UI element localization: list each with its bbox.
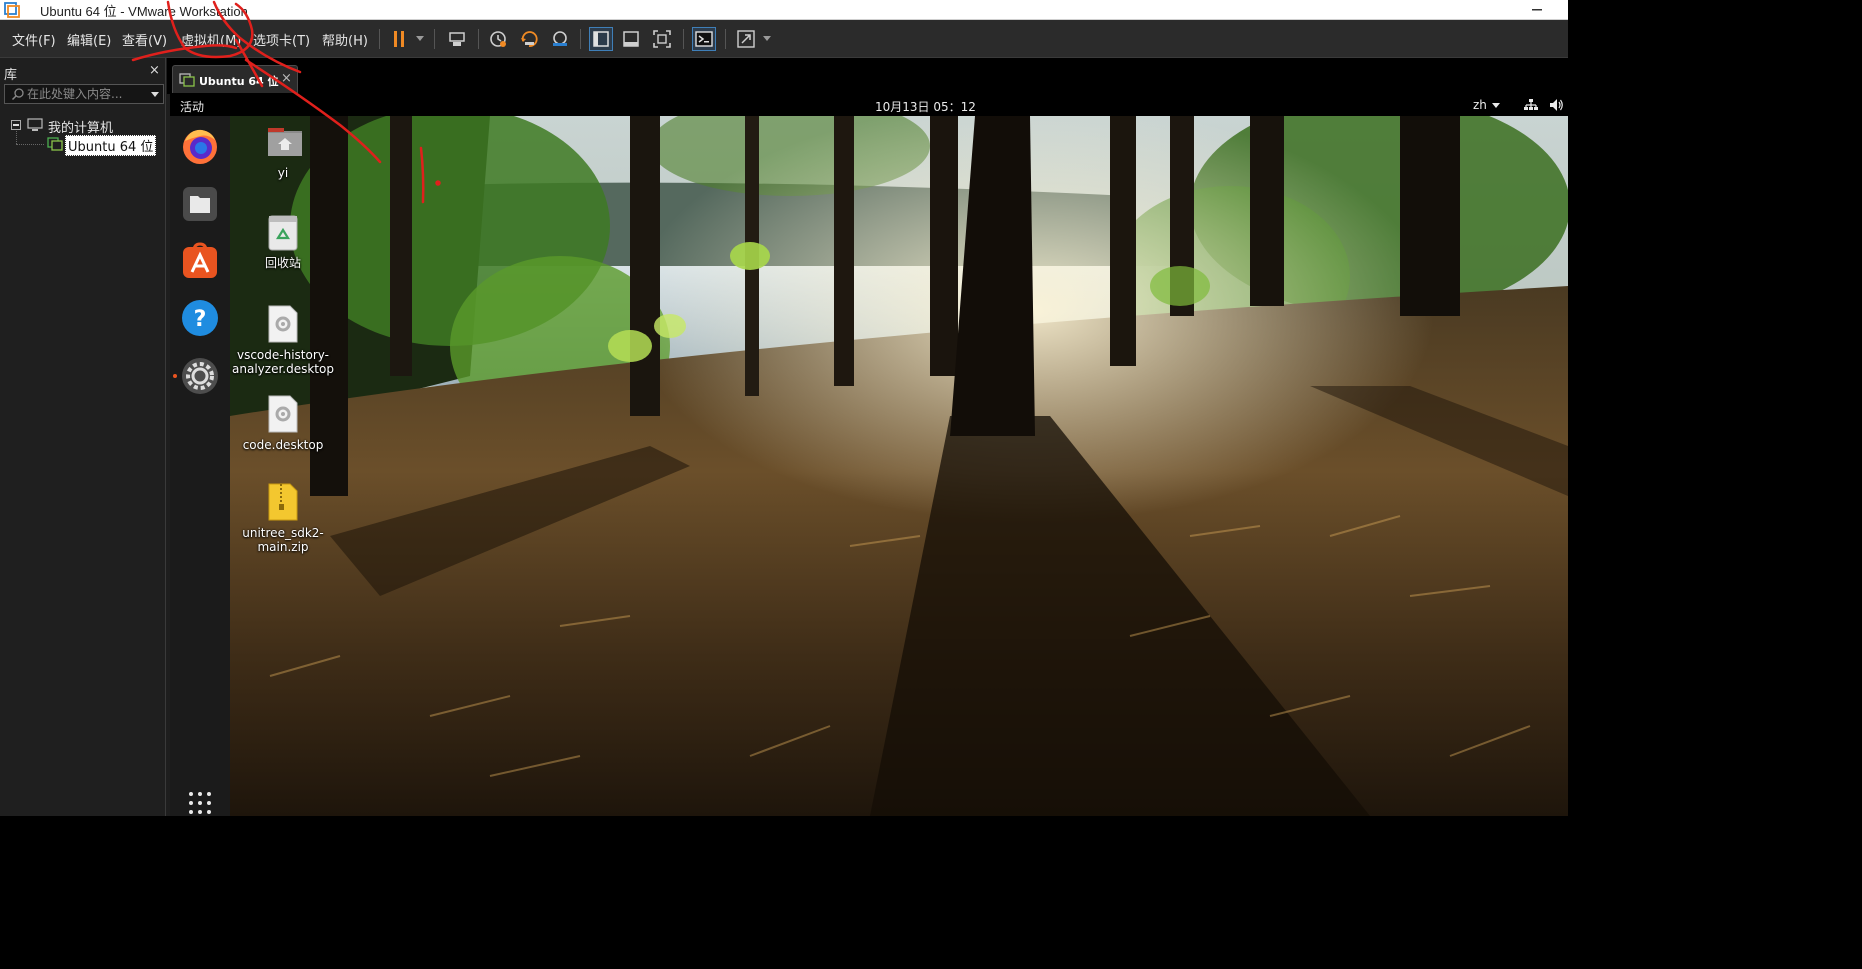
menu-tabs[interactable]: 选项卡(T) <box>253 30 310 49</box>
software-icon <box>183 242 217 278</box>
desktop-icon-label: yi <box>277 166 289 180</box>
vm-icon <box>179 73 195 87</box>
stretch-button[interactable] <box>734 27 758 51</box>
library-view-button[interactable] <box>589 27 613 51</box>
clock[interactable]: 10月13日 05：12 <box>875 98 976 115</box>
dock-settings[interactable] <box>180 356 220 396</box>
tab-label: Ubuntu 64 位 <box>199 75 279 88</box>
dock-show-apps[interactable] <box>180 786 220 816</box>
tree-item-my-computer[interactable]: 我的计算机 <box>48 117 113 136</box>
revert-snapshot-icon <box>521 31 538 47</box>
tree-connector <box>16 131 17 144</box>
trash-icon <box>266 212 300 252</box>
desktop-icon-vscode-history[interactable]: vscode-history-analyzer.desktop <box>230 304 336 376</box>
tree-item-ubuntu-vm[interactable]: Ubuntu 64 位 <box>65 135 157 156</box>
toolbar-separator <box>478 29 479 49</box>
home-folder-icon <box>266 122 302 162</box>
fullscreen-view-icon <box>653 30 671 48</box>
toolbar-separator <box>683 29 684 49</box>
gear-file-icon <box>266 304 300 344</box>
pause-dropdown-icon[interactable] <box>416 36 424 41</box>
console-view-button[interactable] <box>692 27 716 51</box>
close-icon[interactable]: × <box>281 71 292 86</box>
dock-software[interactable] <box>180 241 220 281</box>
help-icon: ? <box>182 300 218 336</box>
console-view-icon <box>695 31 713 47</box>
thumbnail-view-icon <box>623 31 639 47</box>
wallpaper-forest <box>230 116 1568 816</box>
snapshot-button[interactable] <box>486 27 510 51</box>
toolbar-separator <box>434 29 435 49</box>
library-title: 库 <box>4 68 18 83</box>
vmware-icon <box>4 2 20 18</box>
pause-button[interactable] <box>387 27 411 51</box>
send-ctrl-alt-del-button[interactable] <box>445 27 469 51</box>
menu-toolbar: 文件(F) 编辑(E) 查看(V) 虚拟机(M) 选项卡(T) 帮助(H) <box>0 20 1568 58</box>
dock-help[interactable]: ? <box>180 298 220 338</box>
desktop-icon-code[interactable]: code.desktop <box>230 394 336 452</box>
desktop-icon-trash[interactable]: 回收站 <box>230 212 336 270</box>
desktop-icon-home[interactable]: yi <box>230 122 336 180</box>
vm-icon <box>47 137 63 151</box>
snapshot-manager-button[interactable] <box>548 27 572 51</box>
gear-file-icon <box>266 394 300 434</box>
revert-snapshot-button[interactable] <box>517 27 541 51</box>
running-indicator <box>173 374 177 378</box>
vmware-window: Ubuntu 64 位 - VMware Workstation 文件(F) 编… <box>0 0 1568 816</box>
menu-edit[interactable]: 编辑(E) <box>67 30 111 49</box>
fullscreen-view-button[interactable] <box>650 27 674 51</box>
activities-button[interactable]: 活动 <box>180 98 204 115</box>
tree-collapse-toggle[interactable] <box>11 120 21 130</box>
firefox-icon <box>183 129 217 164</box>
svg-text:?: ? <box>194 307 207 332</box>
desktop-icon-label: vscode-history-analyzer.desktop <box>232 348 334 376</box>
stretch-icon <box>737 30 755 48</box>
library-search[interactable] <box>4 84 164 104</box>
search-icon <box>11 88 24 101</box>
close-icon[interactable]: × <box>149 63 160 78</box>
desktop-icon-label: code.desktop <box>242 438 324 452</box>
menu-help[interactable]: 帮助(H) <box>322 30 368 49</box>
desktop-icon-zip[interactable]: unitree_sdk2-main.zip <box>230 482 336 554</box>
toolbar-separator <box>725 29 726 49</box>
minimize-icon[interactable] <box>1530 2 1544 16</box>
desktop-icon-label: 回收站 <box>264 256 301 270</box>
vm-tab-strip: Ubuntu 64 位 × <box>167 58 1568 94</box>
desktop-icon-label: unitree_sdk2-main.zip <box>242 526 324 554</box>
toolbar-separator <box>580 29 581 49</box>
tree-connector <box>16 144 44 145</box>
menu-file[interactable]: 文件(F) <box>12 30 56 49</box>
desktop[interactable]: yi 回收站 vscode-history-analyzer.desktop c… <box>230 116 1568 816</box>
pause-icon <box>394 31 404 47</box>
menu-view[interactable]: 查看(V) <box>122 30 167 49</box>
library-panel: 库 × 我的计算机 Ubuntu 64 位 <box>0 58 166 816</box>
window-title: Ubuntu 64 位 - VMware Workstation <box>40 4 248 19</box>
thumbnail-view-button[interactable] <box>619 27 643 51</box>
snapshot-manager-icon <box>553 31 567 46</box>
chevron-down-icon[interactable] <box>151 92 159 97</box>
files-icon <box>183 187 217 221</box>
chevron-down-icon[interactable] <box>1492 103 1500 108</box>
snapshot-icon <box>490 31 506 47</box>
tab-ubuntu[interactable]: Ubuntu 64 位 × <box>172 65 298 93</box>
input-method[interactable]: zh <box>1473 98 1487 112</box>
ubuntu-dock: ? <box>170 116 230 816</box>
send-ctrl-alt-del-icon <box>449 32 465 46</box>
settings-icon <box>182 358 218 394</box>
volume-icon[interactable] <box>1548 97 1564 113</box>
title-bar: Ubuntu 64 位 - VMware Workstation <box>0 0 1568 20</box>
computer-icon <box>27 118 43 131</box>
library-view-icon <box>593 31 609 47</box>
toolbar-separator <box>379 29 380 49</box>
show-apps-icon <box>189 792 211 814</box>
zip-archive-icon <box>266 482 300 522</box>
dock-firefox[interactable] <box>180 126 220 166</box>
library-search-input[interactable] <box>27 86 145 102</box>
network-icon[interactable] <box>1524 98 1538 112</box>
stretch-dropdown-icon[interactable] <box>763 36 771 41</box>
menu-vm[interactable]: 虚拟机(M) <box>181 30 241 49</box>
gnome-top-bar: 活动 10月13日 05：12 zh <box>170 94 1568 116</box>
dock-files[interactable] <box>180 184 220 224</box>
